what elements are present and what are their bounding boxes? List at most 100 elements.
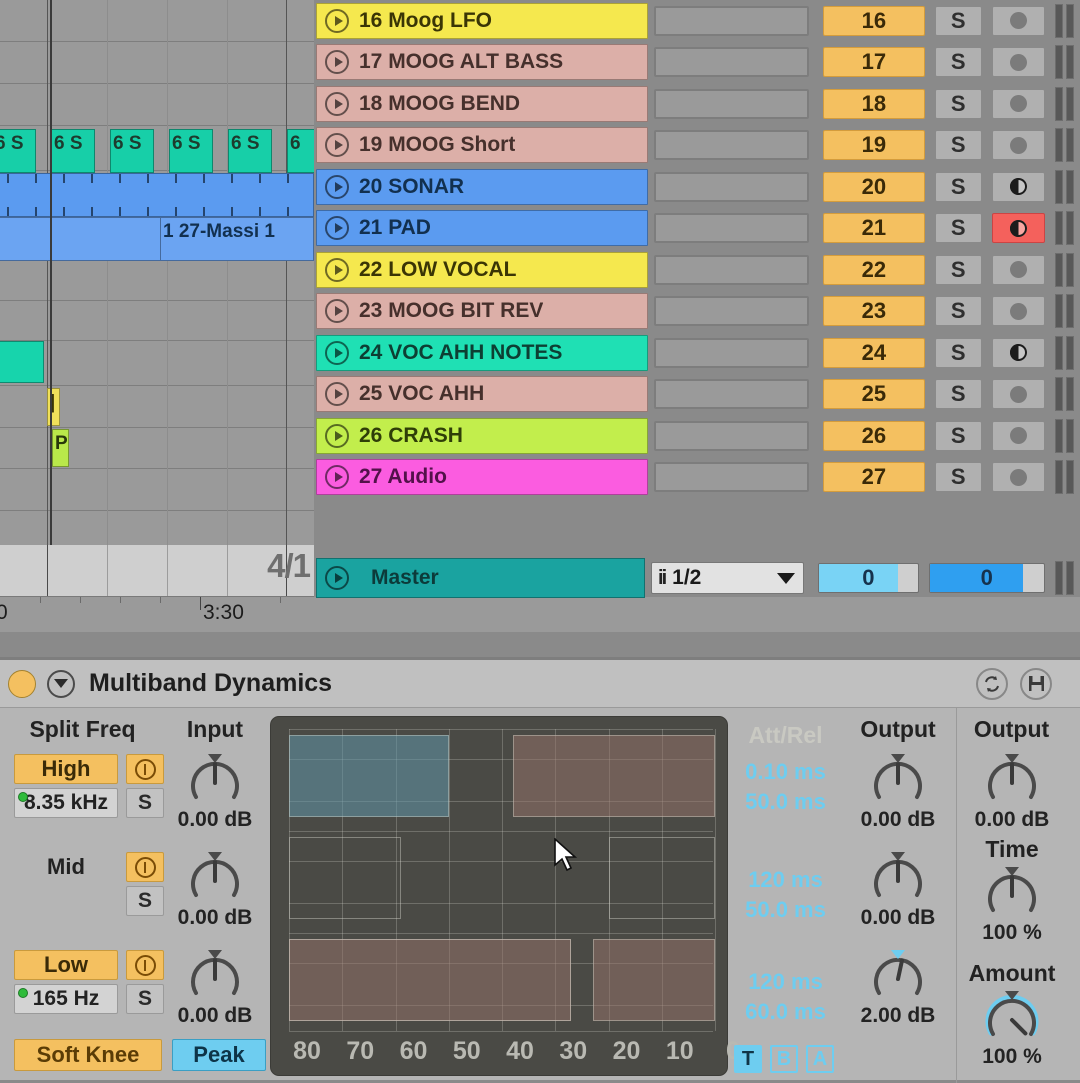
play-icon[interactable] xyxy=(325,8,349,33)
track-solo-button[interactable]: S xyxy=(934,88,982,119)
track-io-slot[interactable] xyxy=(654,130,810,161)
track-arm-button[interactable] xyxy=(991,88,1045,119)
band-select-a[interactable]: A xyxy=(806,1045,834,1073)
device-power-led[interactable] xyxy=(8,669,36,698)
mid-attack-value[interactable]: 120 ms xyxy=(728,867,843,893)
track-solo-button[interactable]: S xyxy=(934,296,982,327)
track-row[interactable]: 19 MOOG Short 19 S xyxy=(314,125,1080,167)
playhead[interactable] xyxy=(50,0,52,545)
track-name-button[interactable]: 19 MOOG Short xyxy=(316,127,649,164)
high-band-button[interactable]: High xyxy=(14,754,118,784)
track-solo-button[interactable]: S xyxy=(934,130,982,161)
track-name-button[interactable]: 27 Audio xyxy=(316,459,649,496)
play-icon[interactable] xyxy=(325,382,349,407)
track-name-button[interactable]: 16 Moog LFO xyxy=(316,2,649,39)
band-selector-group[interactable]: TBA xyxy=(734,1045,834,1073)
output-knob-low[interactable] xyxy=(867,946,929,1006)
track-arm-button[interactable] xyxy=(991,171,1045,202)
master-track-row[interactable]: Master ii 1/2 0 0 xyxy=(314,556,1080,600)
track-row[interactable]: 24 VOC AHH NOTES 24 S xyxy=(314,332,1080,374)
high-band-activator[interactable] xyxy=(126,754,164,784)
track-activator[interactable]: 16 xyxy=(823,5,925,36)
clip[interactable]: 1 27-Massi 1 xyxy=(160,217,314,261)
track-arm-button[interactable] xyxy=(991,213,1045,244)
track-solo-button[interactable]: S xyxy=(934,213,982,244)
chevron-down-icon[interactable] xyxy=(776,572,795,584)
high-split-freq-field[interactable]: 8.35 kHz xyxy=(14,788,118,818)
track-solo-button[interactable]: S xyxy=(934,171,982,202)
time-ruler[interactable]: 0 3:30 xyxy=(0,597,1080,632)
track-arm-button[interactable] xyxy=(991,462,1045,493)
low-split-freq-field[interactable]: 165 Hz xyxy=(14,984,118,1014)
master-crossfade-a[interactable]: 0 xyxy=(817,563,919,593)
hotswap-icon[interactable] xyxy=(976,667,1008,700)
band-select-t[interactable]: T xyxy=(734,1045,762,1073)
band-region-below-mid[interactable] xyxy=(289,837,401,919)
high-release-value[interactable]: 50.0 ms xyxy=(728,789,843,815)
track-activator[interactable]: 23 xyxy=(823,296,925,327)
clip-canvas[interactable]: 6 S 6 S 6 S 6 S 6 S 6 1 27-Massi 1 |P xyxy=(0,0,314,545)
track-row[interactable]: 27 Audio 27 S xyxy=(314,457,1080,499)
track-activator[interactable]: 19 xyxy=(823,130,925,161)
global-output-knob[interactable] xyxy=(981,750,1043,810)
clip[interactable]: 6 S xyxy=(110,129,154,173)
soft-knee-button[interactable]: Soft Knee xyxy=(14,1039,162,1071)
input-knob-high[interactable] xyxy=(184,750,246,810)
save-icon[interactable] xyxy=(1020,667,1052,700)
time-signature[interactable]: 4/1 xyxy=(267,547,311,585)
track-io-slot[interactable] xyxy=(654,462,810,493)
track-io-slot[interactable] xyxy=(654,213,810,244)
track-name-button[interactable]: 24 VOC AHH NOTES xyxy=(316,334,649,371)
clip[interactable]: 6 S xyxy=(228,129,272,173)
mid-band-activator[interactable] xyxy=(126,852,164,882)
track-row[interactable]: 17 MOOG ALT BASS 17 S xyxy=(314,42,1080,84)
track-solo-button[interactable]: S xyxy=(934,337,982,368)
output-knob-high[interactable] xyxy=(867,750,929,810)
track-solo-button[interactable]: S xyxy=(934,47,982,78)
low-attack-value[interactable]: 120 ms xyxy=(728,969,843,995)
amount-knob[interactable] xyxy=(981,987,1043,1047)
track-io-slot[interactable] xyxy=(654,88,810,119)
master-crossfade-b[interactable]: 0 xyxy=(928,563,1045,593)
track-arm-button[interactable] xyxy=(991,130,1045,161)
clip[interactable]: | xyxy=(47,388,60,426)
arrangement-ruler[interactable]: 4/1 xyxy=(0,545,314,597)
play-icon[interactable] xyxy=(325,340,349,365)
play-icon[interactable] xyxy=(325,91,349,116)
track-row[interactable]: 22 LOW VOCAL 22 S xyxy=(314,249,1080,291)
track-row[interactable]: 20 SONAR 20 S xyxy=(314,166,1080,208)
time-knob[interactable] xyxy=(981,863,1043,923)
track-io-slot[interactable] xyxy=(654,5,810,36)
play-icon[interactable] xyxy=(325,257,349,282)
multiband-display[interactable]: 80 70 60 50 40 30 20 10 0 xyxy=(270,716,740,1076)
track-name-button[interactable]: 26 CRASH xyxy=(316,417,649,454)
mid-band-solo[interactable]: S xyxy=(126,886,164,916)
band-region-above-mid[interactable] xyxy=(608,837,715,919)
clip[interactable] xyxy=(0,341,44,383)
track-solo-button[interactable]: S xyxy=(934,379,982,410)
track-header-list[interactable]: 16 Moog LFO 16 S 17 MOOG ALT BASS 17 S 18 MOOG… xyxy=(314,0,1080,545)
track-row[interactable]: 23 MOOG BIT REV 23 S xyxy=(314,291,1080,333)
clip[interactable]: 6 S xyxy=(0,129,36,173)
track-activator[interactable]: 22 xyxy=(823,254,925,285)
track-name-button[interactable]: 17 MOOG ALT BASS xyxy=(316,44,649,81)
track-activator[interactable]: 25 xyxy=(823,379,925,410)
clip[interactable]: 6 xyxy=(287,129,314,173)
track-activator[interactable]: 17 xyxy=(823,47,925,78)
track-arm-button[interactable] xyxy=(991,254,1045,285)
clip[interactable]: 6 S xyxy=(51,129,95,173)
play-icon[interactable] xyxy=(325,50,349,75)
track-activator[interactable]: 24 xyxy=(823,337,925,368)
band-region-below-low-fill[interactable] xyxy=(289,939,572,1021)
track-arm-button[interactable] xyxy=(991,337,1045,368)
track-io-slot[interactable] xyxy=(654,420,810,451)
track-arm-button[interactable] xyxy=(991,379,1045,410)
clip[interactable] xyxy=(0,173,314,217)
track-solo-button[interactable]: S xyxy=(934,462,982,493)
track-name-button[interactable]: 25 VOC AHH xyxy=(316,376,649,413)
track-activator[interactable]: 21 xyxy=(823,213,925,244)
play-icon[interactable] xyxy=(325,423,349,448)
track-row[interactable]: 26 CRASH 26 S xyxy=(314,415,1080,457)
track-activator[interactable]: 20 xyxy=(823,171,925,202)
track-name-button[interactable]: 21 PAD xyxy=(316,210,649,247)
